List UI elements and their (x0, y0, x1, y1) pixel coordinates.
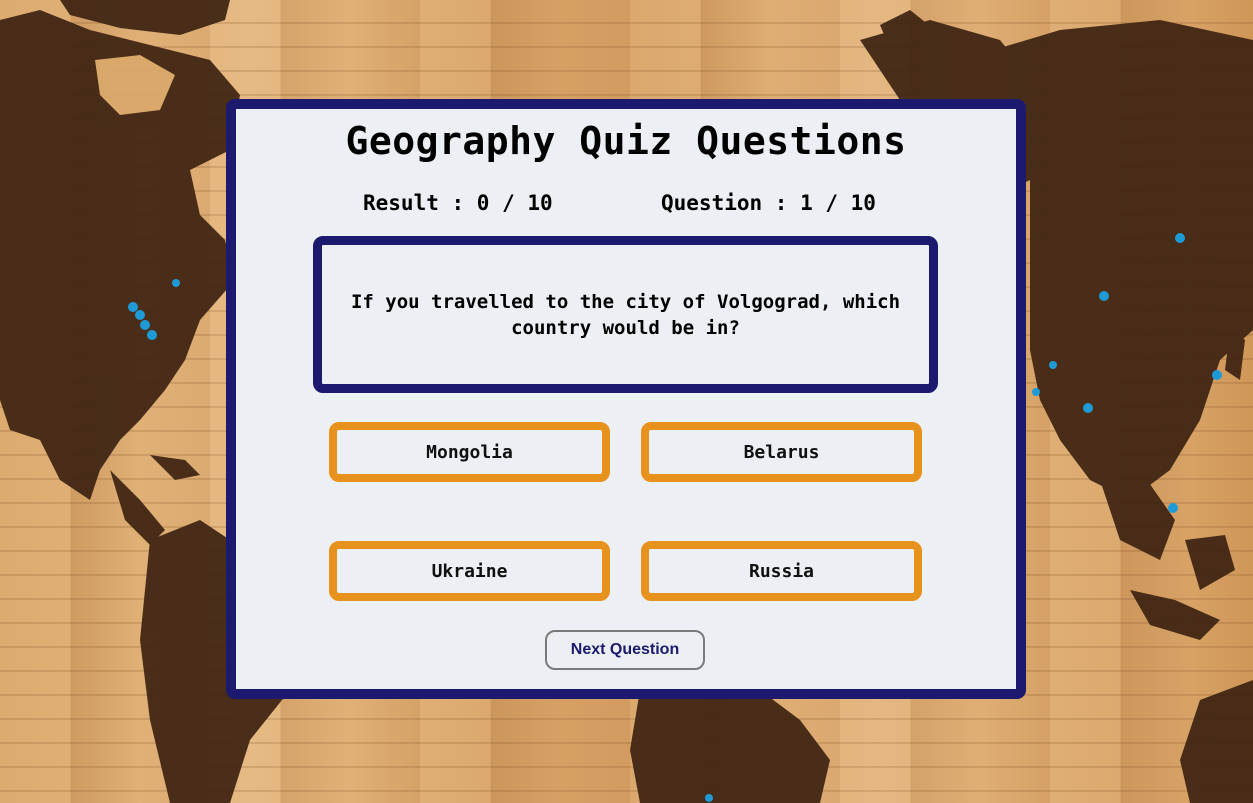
next-question-button[interactable]: Next Question (545, 630, 705, 670)
map-pin (128, 302, 138, 312)
southeast-asia-shape (1100, 470, 1175, 560)
central-america-shape (110, 470, 165, 545)
map-pin (140, 320, 150, 330)
question-text: If you travelled to the city of Volgogra… (350, 290, 901, 339)
map-pin (1099, 291, 1109, 301)
answer-button-russia[interactable]: Russia (641, 541, 922, 601)
map-pin (135, 310, 145, 320)
result-counter: Result : 0 / 10 (363, 191, 553, 215)
map-pin (1049, 361, 1057, 369)
quiz-card: Geography Quiz Questions Result : 0 / 10… (226, 99, 1026, 699)
borneo-shape (1185, 535, 1235, 590)
quiz-title: Geography Quiz Questions (345, 119, 907, 163)
question-box: If you travelled to the city of Volgogra… (313, 236, 938, 393)
map-pin (1175, 233, 1185, 243)
indonesia-shape (1130, 590, 1220, 640)
map-pin (1032, 388, 1040, 396)
caribbean-shape (150, 455, 200, 480)
map-pin (172, 279, 180, 287)
answer-button-belarus[interactable]: Belarus (641, 422, 922, 482)
australia-shape (1180, 680, 1253, 803)
answer-button-mongolia[interactable]: Mongolia (329, 422, 610, 482)
question-counter: Question : 1 / 10 (661, 191, 876, 215)
answer-button-ukraine[interactable]: Ukraine (329, 541, 610, 601)
map-pin (705, 794, 713, 802)
map-pin (1168, 503, 1178, 513)
map-pin (1083, 403, 1093, 413)
map-pin (147, 330, 157, 340)
score-row: Result : 0 / 10 Question : 1 / 10 (236, 191, 1016, 217)
map-pin (1212, 370, 1222, 380)
